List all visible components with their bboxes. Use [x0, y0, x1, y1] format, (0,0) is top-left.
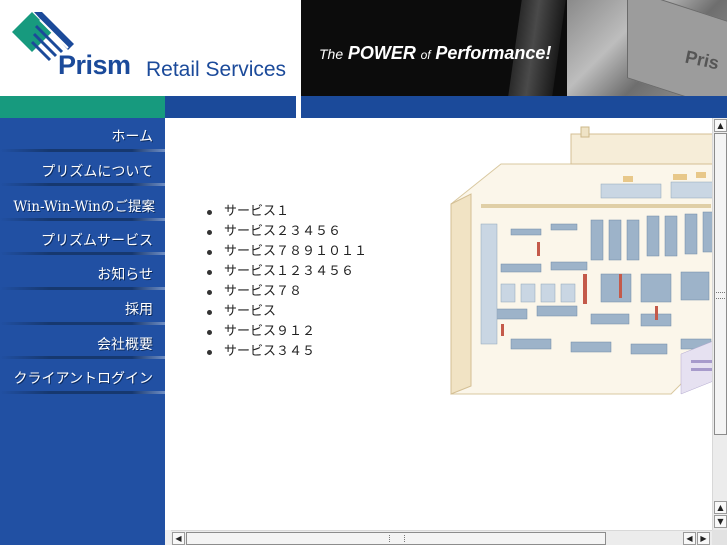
list-item[interactable]: サービス７８９１０１１ [207, 242, 367, 262]
scroll-up-arrow-icon[interactable]: ▲ [714, 119, 727, 132]
sidebar-divider [0, 356, 165, 360]
sidebar-item-label: Win-Win-Winのご提案 [13, 199, 155, 216]
sidebar-item-company[interactable]: 会社概要 [0, 326, 165, 361]
list-item[interactable]: サービス９１２ [207, 322, 367, 342]
service-label: サービス７８ [224, 284, 303, 299]
service-label: サービス７８９１０１１ [224, 244, 368, 259]
tagline-performance: Performance! [435, 43, 552, 63]
sidebar-item-client-login[interactable]: クライアントログイン [0, 360, 165, 395]
sidebar-item-services[interactable]: プリズムサービス [0, 222, 165, 257]
service-label: サービス [224, 304, 277, 319]
sidebar-item-label: クライアントログイン [13, 371, 153, 388]
scroll-left-arrow-icon[interactable]: ◀ [683, 532, 696, 545]
list-item[interactable]: サービス７８ [207, 282, 367, 302]
store-floorplan-illustration [450, 126, 712, 395]
bullet-icon [207, 310, 212, 315]
sidebar-item-label: プリズムについて [41, 163, 153, 180]
sidebar-item-label: 採用 [125, 301, 153, 318]
vertical-scroll-thumb[interactable] [714, 133, 727, 435]
service-label: サービス１２３４５６ [224, 264, 355, 279]
sidebar-divider [0, 286, 165, 290]
tagline-of: of [420, 48, 431, 62]
bullet-icon [207, 250, 212, 255]
service-label: サービス３４５ [224, 344, 316, 359]
tagline-the: The [319, 46, 344, 62]
color-bar-blue-left [165, 96, 296, 118]
sidebar-divider [0, 321, 165, 325]
list-item[interactable]: サービス [207, 302, 367, 322]
header: Prism Retail Services Pris The POWER of … [0, 0, 727, 118]
horizontal-scroll-thumb[interactable] [186, 532, 606, 545]
bullet-icon [207, 290, 212, 295]
bullet-icon [207, 210, 212, 215]
bullet-icon [207, 230, 212, 235]
main-content: サービス１ サービス２３４５６ サービス７８９１０１１ サービス１２３４５６ サ… [165, 118, 712, 530]
sidebar-item-label: ホーム [111, 129, 153, 145]
sidebar-divider [0, 183, 165, 187]
list-item[interactable]: サービス３４５ [207, 342, 367, 362]
sidebar-divider [0, 252, 165, 256]
bullet-icon [207, 350, 212, 355]
scroll-up-arrow-icon[interactable]: ▲ [714, 501, 727, 514]
bullet-icon [207, 330, 212, 335]
tagline-power: POWER [347, 43, 416, 63]
sidebar-item-news[interactable]: お知らせ [0, 256, 165, 291]
bullet-icon [207, 270, 212, 275]
tagline: The POWER of Performance! [319, 43, 551, 64]
color-bar-green [0, 96, 165, 118]
scroll-right-arrow-icon[interactable]: ▶ [697, 532, 710, 545]
sidebar-item-label: プリズムサービス [41, 232, 153, 249]
service-list: サービス１ サービス２３４５６ サービス７８９１０１１ サービス１２３４５６ サ… [207, 202, 367, 362]
sidebar-item-proposal[interactable]: Win-Win-Winのご提案 [0, 187, 165, 222]
sidebar-divider [0, 217, 165, 221]
scroll-down-arrow-icon[interactable]: ▼ [714, 515, 727, 528]
sidebar-item-about[interactable]: プリズムについて [0, 153, 165, 188]
sidebar-item-home[interactable]: ホーム [0, 118, 165, 153]
banner-photo: Pris [567, 0, 727, 96]
scroll-left-arrow-icon[interactable]: ◀ [172, 532, 185, 545]
sidebar-item-recruit[interactable]: 採用 [0, 291, 165, 326]
logo[interactable]: Prism Retail Services [0, 0, 296, 96]
color-bar [0, 96, 727, 118]
horizontal-scrollbar[interactable]: ◀ ◀ ▶ [171, 530, 712, 545]
banner: Pris The POWER of Performance! [301, 0, 727, 96]
sidebar-nav: ホーム プリズムについて Win-Win-Winのご提案 プリズムサービス お知… [0, 118, 165, 545]
service-label: サービス１ [224, 204, 290, 219]
scroll-grip-icon [716, 292, 725, 299]
vertical-scrollbar[interactable]: ▲ ▲ ▼ [712, 118, 727, 530]
service-label: サービス９１２ [224, 324, 316, 339]
list-item[interactable]: サービス１２３４５６ [207, 262, 367, 282]
list-item[interactable]: サービス１ [207, 202, 367, 222]
logo-suffix-text: Retail Services [146, 58, 287, 81]
sidebar-divider [0, 390, 165, 394]
logo-brand-text: Prism [58, 50, 131, 80]
sidebar-item-label: お知らせ [97, 267, 153, 284]
scrollbar-corner [712, 530, 727, 545]
list-item[interactable]: サービス２３４５６ [207, 222, 367, 242]
sidebar-divider [0, 148, 165, 152]
color-bar-blue-right [301, 96, 727, 118]
banner-photo-panel [627, 0, 727, 96]
scroll-grip-icon [389, 535, 405, 542]
sidebar-item-label: 会社概要 [97, 336, 153, 353]
service-label: サービス２３４５６ [224, 224, 342, 239]
